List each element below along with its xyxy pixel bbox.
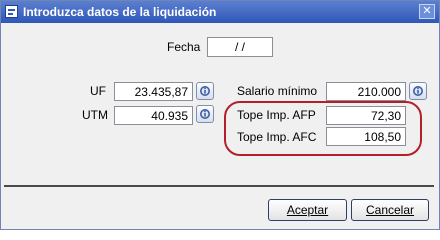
salario-lookup-button[interactable] xyxy=(409,82,427,100)
utm-lookup-button[interactable] xyxy=(196,105,214,123)
cancel-button[interactable]: Cancelar xyxy=(351,199,429,221)
info-lookup-icon xyxy=(200,86,210,96)
fecha-input[interactable] xyxy=(208,38,272,56)
salario-minimo-label: Salario mínimo xyxy=(237,84,318,98)
accept-button[interactable]: Aceptar xyxy=(268,199,347,221)
info-lookup-icon xyxy=(200,109,210,119)
title-bar: Introduzca datos de la liquidación ✕ xyxy=(1,1,439,23)
fecha-label: Fecha xyxy=(167,40,201,54)
salario-minimo-input[interactable] xyxy=(327,83,405,100)
separator xyxy=(4,185,434,187)
highlight-annotation xyxy=(224,101,422,156)
utm-field-box xyxy=(114,106,193,125)
uf-label: UF xyxy=(90,84,106,98)
uf-input[interactable] xyxy=(115,83,192,100)
utm-label: UTM xyxy=(82,108,108,122)
window-icon xyxy=(5,5,18,18)
fecha-field-box xyxy=(207,37,273,57)
close-icon[interactable]: ✕ xyxy=(419,4,435,19)
salario-minimo-field-box xyxy=(326,82,406,101)
info-lookup-icon xyxy=(413,86,423,96)
uf-lookup-button[interactable] xyxy=(196,82,214,100)
dialog-title: Introduzca datos de la liquidación xyxy=(23,5,217,19)
uf-field-box xyxy=(114,82,193,101)
utm-input[interactable] xyxy=(115,107,192,124)
